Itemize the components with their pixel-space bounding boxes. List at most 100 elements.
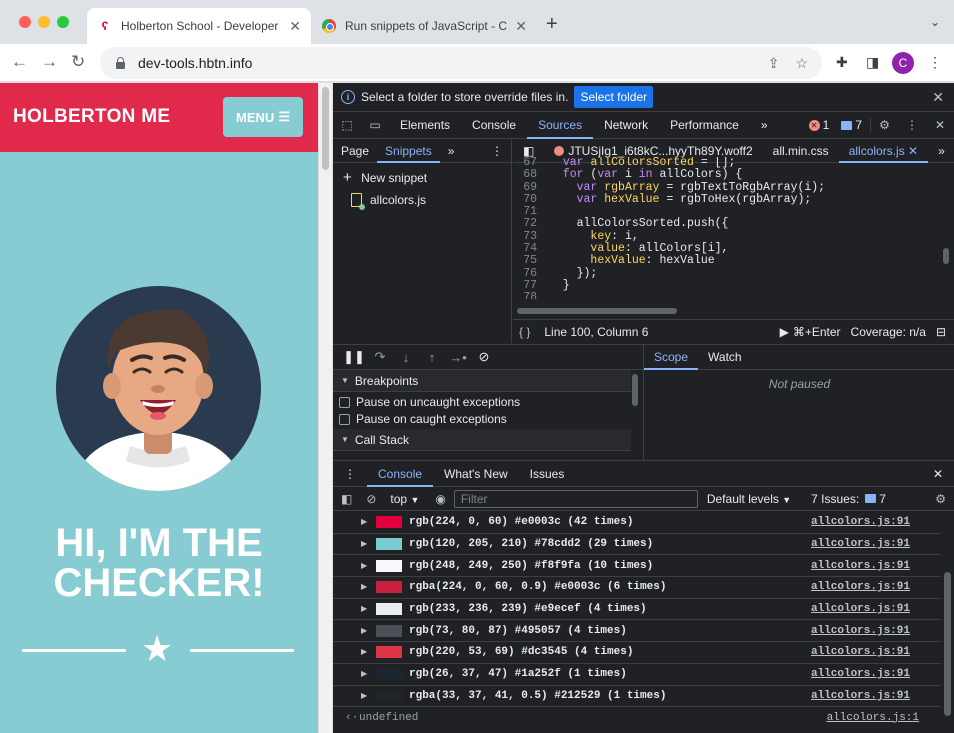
code-line[interactable]: 77 } bbox=[513, 279, 954, 292]
code-line[interactable]: 70 var hexValue = rgbToHex(rgbArray); bbox=[513, 193, 954, 206]
tab-page[interactable]: Page bbox=[333, 139, 377, 163]
snippet-item-allcolors[interactable]: allcolors.js bbox=[351, 193, 426, 210]
forward-arrow-icon[interactable]: → bbox=[41, 52, 58, 72]
result-source-link[interactable]: allcolors.js:1 bbox=[827, 712, 919, 724]
inspect-element-icon[interactable]: ⬚ bbox=[333, 118, 361, 132]
editor-vertical-scrollbar[interactable] bbox=[943, 248, 949, 264]
editor-horizontal-scrollbar[interactable] bbox=[517, 308, 677, 314]
lock-icon[interactable] bbox=[114, 56, 128, 70]
expand-triangle-icon[interactable]: ▶ bbox=[361, 582, 376, 592]
share-icon[interactable]: ⇪ bbox=[768, 55, 780, 72]
code-line[interactable]: 78 bbox=[513, 291, 954, 299]
expand-triangle-icon[interactable]: ▶ bbox=[361, 691, 376, 701]
tab-watch[interactable]: Watch bbox=[698, 344, 752, 370]
drawer-tab-console[interactable]: Console bbox=[367, 461, 434, 487]
url-text[interactable]: dev-tools.hbtn.info bbox=[138, 55, 752, 71]
tab-console[interactable]: Console bbox=[461, 112, 527, 139]
expand-triangle-icon[interactable]: ▶ bbox=[361, 669, 376, 679]
console-log-row[interactable]: ▶ rgba(33, 37, 41, 0.5) #212529 (1 times)… bbox=[333, 686, 941, 708]
device-toolbar-icon[interactable]: ▭ bbox=[361, 118, 389, 132]
address-bar[interactable]: dev-tools.hbtn.info ⇪ ☆ bbox=[100, 47, 822, 79]
new-snippet-button[interactable]: + New snippet bbox=[343, 169, 427, 186]
browser-tab-snippets[interactable]: Run snippets of JavaScript - C ✕ bbox=[311, 8, 537, 44]
pause-uncaught-option[interactable]: Pause on uncaught exceptions bbox=[339, 395, 520, 409]
close-tab-icon[interactable]: ✕ bbox=[515, 18, 527, 35]
close-tab-icon[interactable]: ✕ bbox=[908, 144, 918, 158]
profile-avatar[interactable]: C bbox=[892, 52, 914, 74]
line-number[interactable]: 75 bbox=[513, 255, 549, 268]
scroll-thumb[interactable] bbox=[322, 87, 329, 170]
console-filter-input[interactable]: Filter bbox=[453, 489, 698, 508]
checkbox[interactable] bbox=[339, 413, 350, 425]
error-counter[interactable]: ✕ 1 bbox=[808, 118, 829, 132]
minimize-window-button[interactable] bbox=[38, 16, 50, 28]
checkbox[interactable] bbox=[339, 396, 350, 408]
select-folder-button[interactable]: Select folder bbox=[574, 86, 654, 108]
tab-performance[interactable]: Performance bbox=[659, 112, 750, 139]
console-log-row[interactable]: ▶ rgb(220, 53, 69) #dc3545 (4 times) allco… bbox=[333, 642, 941, 664]
log-source-link[interactable]: allcolors.js:91 bbox=[811, 646, 910, 658]
more-nav-chevron-icon[interactable]: » bbox=[440, 139, 463, 163]
toggle-debugger-sidebar-icon[interactable]: ⊟ bbox=[936, 325, 946, 339]
code-line[interactable]: 72 allColorsSorted.push({ bbox=[513, 218, 954, 231]
log-source-link[interactable]: allcolors.js:91 bbox=[811, 538, 910, 550]
run-snippet-icon[interactable]: ▶ bbox=[780, 325, 789, 339]
close-window-button[interactable] bbox=[19, 16, 31, 28]
console-log-row[interactable]: ▶ rgba(224, 0, 60, 0.9) #e0003c (6 times)… bbox=[333, 577, 941, 599]
console-scrollbar[interactable] bbox=[941, 512, 954, 733]
call-stack-header[interactable]: ▼ Call Stack bbox=[333, 429, 631, 451]
drawer-tab-issues[interactable]: Issues bbox=[519, 461, 576, 487]
tab-elements[interactable]: Elements bbox=[389, 112, 461, 139]
log-source-link[interactable]: allcolors.js:91 bbox=[811, 625, 910, 637]
drawer-menu-icon[interactable]: ⋮ bbox=[333, 461, 367, 487]
log-source-link[interactable]: allcolors.js:91 bbox=[811, 581, 910, 593]
tab-search-chevron-icon[interactable]: ⌄ bbox=[930, 15, 940, 29]
expand-triangle-icon[interactable]: ▶ bbox=[361, 561, 376, 571]
line-number[interactable]: 72 bbox=[513, 218, 549, 231]
log-source-link[interactable]: allcolors.js:91 bbox=[811, 516, 910, 528]
maximize-window-button[interactable] bbox=[57, 16, 69, 28]
console-log-row[interactable]: ▶ rgb(233, 236, 239) #e9ecef (4 times) all… bbox=[333, 599, 941, 621]
run-shortcut[interactable]: ⌘+Enter bbox=[793, 325, 841, 339]
message-counter[interactable]: 7 bbox=[841, 118, 862, 132]
close-infobar-icon[interactable]: ✕ bbox=[932, 89, 944, 106]
menu-button[interactable]: MENU ☰ bbox=[223, 97, 303, 137]
navigator-menu-icon[interactable]: ⋮ bbox=[483, 139, 511, 163]
step-out-icon[interactable]: ↑ bbox=[419, 350, 445, 365]
deactivate-breakpoints-icon[interactable]: ⊘ bbox=[471, 349, 497, 365]
expand-triangle-icon[interactable]: ▶ bbox=[361, 539, 376, 549]
scroll-thumb[interactable] bbox=[944, 572, 951, 716]
browser-tab-holberton[interactable]: ʕ Holberton School - Developer ✕ bbox=[87, 8, 311, 44]
reload-icon[interactable]: ↻ bbox=[71, 52, 85, 72]
live-expression-eye-icon[interactable]: ◉ bbox=[435, 492, 445, 506]
expand-triangle-icon[interactable]: ▶ bbox=[361, 626, 376, 636]
expand-triangle-icon[interactable]: ▶ bbox=[361, 604, 376, 614]
log-source-link[interactable]: allcolors.js:91 bbox=[811, 668, 910, 680]
context-selector[interactable]: top ▼ bbox=[390, 492, 419, 506]
log-source-link[interactable]: allcolors.js:91 bbox=[811, 690, 910, 702]
console-sidebar-icon[interactable]: ◧ bbox=[341, 492, 352, 506]
console-settings-gear-icon[interactable]: ⚙ bbox=[935, 492, 946, 506]
customize-menu-icon[interactable]: ⋮ bbox=[898, 118, 926, 132]
clear-console-icon[interactable]: ⊘ bbox=[366, 492, 376, 506]
tab-snippets[interactable]: Snippets bbox=[377, 139, 440, 163]
tab-sources[interactable]: Sources bbox=[527, 112, 594, 139]
issues-counter[interactable]: 7 Issues: 7 bbox=[811, 492, 886, 506]
extensions-puzzle-icon[interactable]: ✚ bbox=[836, 54, 848, 71]
pause-caught-option[interactable]: Pause on caught exceptions bbox=[339, 412, 507, 426]
back-arrow-icon[interactable]: ← bbox=[11, 52, 28, 72]
close-devtools-icon[interactable]: ✕ bbox=[926, 118, 954, 132]
site-brand[interactable]: HOLBERTON ME bbox=[13, 106, 170, 128]
close-drawer-icon[interactable]: ✕ bbox=[922, 461, 954, 487]
console-log-row[interactable]: ▶ rgb(224, 0, 60) #e0003c (42 times) allco… bbox=[333, 512, 941, 534]
step-icon[interactable]: →• bbox=[445, 350, 471, 365]
breakpoints-header[interactable]: ▼ Breakpoints bbox=[333, 370, 631, 392]
log-source-link[interactable]: allcolors.js:91 bbox=[811, 603, 910, 615]
settings-gear-icon[interactable]: ⚙ bbox=[870, 118, 898, 132]
debugger-scrollbar[interactable] bbox=[631, 372, 639, 460]
scroll-thumb[interactable] bbox=[632, 374, 638, 406]
expand-triangle-icon[interactable]: ▶ bbox=[361, 647, 376, 657]
expand-triangle-icon[interactable]: ▶ bbox=[361, 517, 376, 527]
code-line[interactable]: 75 hexValue: hexValue bbox=[513, 255, 954, 268]
step-over-icon[interactable]: ↷ bbox=[367, 349, 393, 365]
